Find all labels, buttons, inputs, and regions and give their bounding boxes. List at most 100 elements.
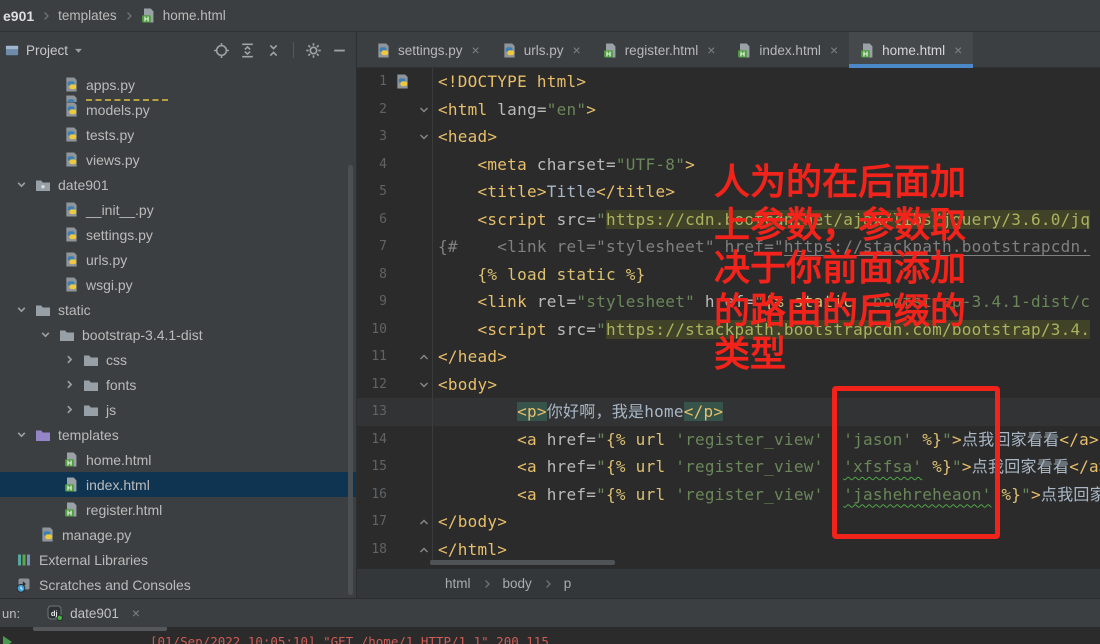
tab-urls-py[interactable]: urls.py × <box>491 32 592 68</box>
gutter[interactable] <box>387 96 432 124</box>
line-number[interactable]: 1 <box>365 74 387 89</box>
run-tab-date901[interactable]: date901 <box>70 606 119 621</box>
rerun-icon[interactable] <box>3 636 12 644</box>
locate-icon[interactable] <box>213 42 230 59</box>
fold-marker-icon[interactable] <box>419 517 429 527</box>
gutter[interactable] <box>387 453 432 481</box>
code-text[interactable]: <a href="{% url 'register_view' 'jason' … <box>432 425 1099 453</box>
fold-marker-icon[interactable] <box>419 105 429 115</box>
tree-item-fonts[interactable]: fonts <box>0 372 356 397</box>
gutter[interactable] <box>387 536 432 564</box>
line-number[interactable]: 13 <box>365 404 387 419</box>
code-text[interactable]: {# <link rel="stylesheet" href="https://… <box>432 233 1090 261</box>
code-text[interactable]: <a href="{% url 'register_view' 'xfsfsa'… <box>432 453 1100 481</box>
tree-item-manage-py[interactable]: manage.py <box>0 522 356 547</box>
tab-register-html[interactable]: Hregister.html × <box>592 32 727 68</box>
expand-all-icon[interactable] <box>239 42 256 59</box>
gutter[interactable] <box>387 316 432 344</box>
line-number[interactable]: 6 <box>365 212 387 227</box>
chevron-down-icon[interactable] <box>16 429 28 440</box>
line-number[interactable]: 2 <box>365 102 387 117</box>
tree-item-date901[interactable]: date901 <box>0 172 356 197</box>
breadcrumb-item-templates[interactable]: templates <box>58 8 117 23</box>
fold-marker-icon[interactable] <box>419 545 429 555</box>
tree-item-urls-py[interactable]: urls.py <box>0 247 356 272</box>
tree-item-css[interactable]: css <box>0 347 356 372</box>
line-number[interactable]: 9 <box>365 294 387 309</box>
code-text[interactable]: </head> <box>432 343 507 371</box>
close-icon[interactable]: × <box>472 42 480 58</box>
line-number[interactable]: 3 <box>365 129 387 144</box>
gutter[interactable] <box>387 151 432 179</box>
gutter[interactable] <box>387 426 432 454</box>
close-icon[interactable]: × <box>707 42 715 58</box>
code-text[interactable]: {% load static %} <box>432 260 646 288</box>
line-number[interactable]: 14 <box>365 432 387 447</box>
tree-item-js[interactable]: js <box>0 397 356 422</box>
gutter[interactable] <box>387 481 432 509</box>
line-number[interactable]: 11 <box>365 349 387 364</box>
tree-item-index-html[interactable]: Hindex.html <box>0 472 356 497</box>
chevron-right-icon[interactable] <box>64 379 76 390</box>
tab-index-html[interactable]: Hindex.html × <box>726 32 849 68</box>
code-text[interactable]: <script src="https://stackpath.bootstrap… <box>432 315 1091 343</box>
line-number[interactable]: 10 <box>365 322 387 337</box>
tree-item-settings-py[interactable]: settings.py <box>0 222 356 247</box>
fold-marker-icon[interactable] <box>419 132 429 142</box>
tree-item-static[interactable]: static <box>0 297 356 322</box>
code-text[interactable]: <meta charset="UTF-8"> <box>432 150 695 178</box>
tree-item-models-py[interactable]: models.py <box>0 97 356 122</box>
close-icon[interactable]: × <box>132 605 140 621</box>
code-text[interactable]: <head> <box>432 123 497 151</box>
gutter[interactable] <box>387 68 432 96</box>
collapse-all-icon[interactable] <box>265 42 282 59</box>
gutter[interactable] <box>387 261 432 289</box>
code-text[interactable]: <body> <box>432 370 497 398</box>
code-text[interactable]: </body> <box>432 508 507 536</box>
gutter[interactable] <box>387 123 432 151</box>
tab-settings-py[interactable]: settings.py × <box>365 32 491 68</box>
tree-item-tests-py[interactable]: tests.py <box>0 122 356 147</box>
gutter[interactable] <box>387 206 432 234</box>
gutter[interactable] <box>387 343 432 371</box>
code-text[interactable]: </html> <box>432 535 507 563</box>
tree-item-views-py[interactable]: views.py <box>0 147 356 172</box>
close-icon[interactable]: × <box>573 42 581 58</box>
tab-home-html[interactable]: Hhome.html × <box>849 32 974 68</box>
project-scrollbar[interactable] <box>348 165 353 595</box>
minimize-icon[interactable] <box>331 42 348 59</box>
close-icon[interactable]: × <box>830 42 838 58</box>
line-number[interactable]: 15 <box>365 459 387 474</box>
code-text[interactable]: <title>Title</title> <box>432 178 675 206</box>
tree-item-external-libraries[interactable]: External Libraries <box>0 547 356 572</box>
tree-item-bootstrap-3-4-1-dist[interactable]: bootstrap-3.4.1-dist <box>0 322 356 347</box>
gutter[interactable] <box>387 371 432 399</box>
gutter[interactable] <box>387 288 432 316</box>
gear-icon[interactable] <box>305 42 322 59</box>
code-text[interactable]: <!DOCTYPE html> <box>432 68 586 96</box>
close-icon[interactable]: × <box>954 42 962 58</box>
code-text[interactable]: <p>你好啊，我是home</p> <box>432 398 724 426</box>
console-scrollbar[interactable] <box>33 627 167 631</box>
line-number[interactable]: 4 <box>365 157 387 172</box>
editor-horizontal-scrollbar[interactable] <box>430 560 615 565</box>
gutter[interactable] <box>387 398 432 426</box>
tree-item-apps-py[interactable]: apps.py <box>0 72 356 97</box>
code-text[interactable]: <html lang="en"> <box>432 95 596 123</box>
line-number[interactable]: 5 <box>365 184 387 199</box>
project-panel-title[interactable]: Project <box>26 43 68 58</box>
code-text[interactable]: <a href="{% url 'register_view' 'jashehr… <box>432 480 1100 508</box>
line-number[interactable]: 8 <box>365 267 387 282</box>
gutter[interactable] <box>387 233 432 261</box>
tree-item-init-py[interactable]: __init__.py <box>0 197 356 222</box>
code-text[interactable]: <script src="https://cdn.bootcdn.net/aja… <box>432 205 1091 233</box>
chevron-down-icon[interactable] <box>40 329 52 340</box>
editor-breadcrumb-body[interactable]: body <box>503 576 532 591</box>
line-number[interactable]: 18 <box>365 542 387 557</box>
code-text[interactable]: <link rel="stylesheet" href="{% static '… <box>432 288 1090 316</box>
fold-marker-icon[interactable] <box>419 380 429 390</box>
line-number[interactable]: 17 <box>365 514 387 529</box>
fold-marker-icon[interactable] <box>419 352 429 362</box>
line-number[interactable]: 12 <box>365 377 387 392</box>
chevron-down-icon[interactable] <box>16 179 28 190</box>
